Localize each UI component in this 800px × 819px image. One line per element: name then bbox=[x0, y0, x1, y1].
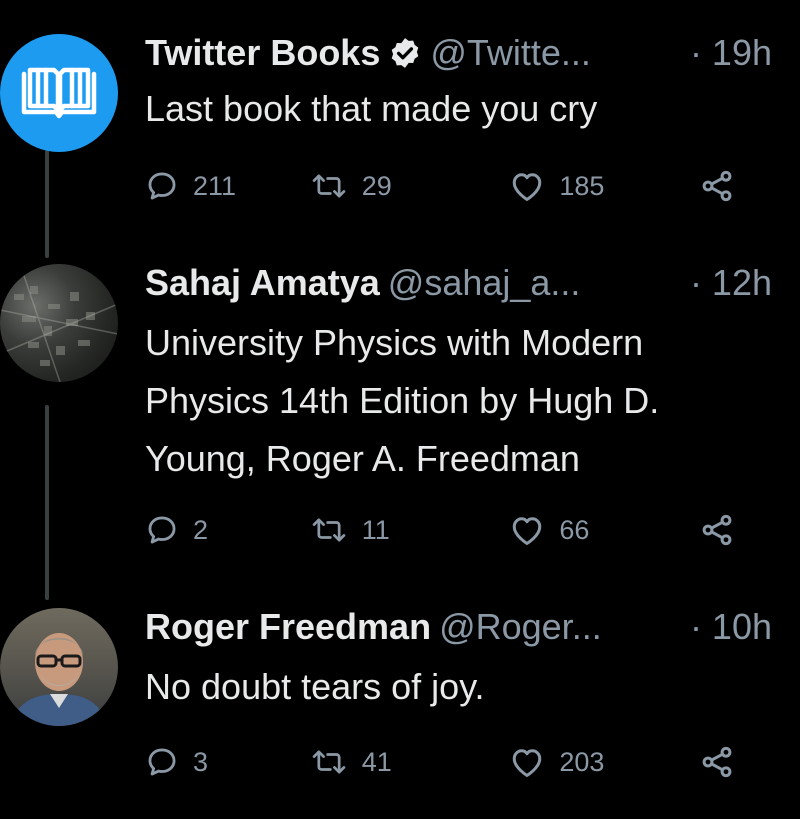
profile-photo bbox=[10, 633, 108, 726]
open-book-icon bbox=[21, 67, 97, 119]
retweet-icon bbox=[312, 174, 346, 198]
tweet-actions: 211 29 185 bbox=[145, 164, 735, 208]
author-name[interactable]: Sahaj Amatya bbox=[145, 262, 380, 304]
tweet-timestamp[interactable]: · 12h bbox=[690, 262, 772, 304]
retweet-count: 11 bbox=[361, 514, 390, 545]
share-button[interactable] bbox=[699, 168, 735, 204]
tweet-twitter-books[interactable]: Twitter Books @Twitte... · 19h Last book… bbox=[0, 28, 800, 218]
tweet-actions: 3 41 203 bbox=[145, 740, 735, 784]
avatar-sahaj-amatya[interactable] bbox=[0, 264, 118, 382]
tweet-roger-freedman[interactable]: Roger Freedman @Roger... · 10h No doubt … bbox=[0, 602, 800, 802]
retweet-button[interactable]: 41 bbox=[310, 745, 510, 779]
share-icon bbox=[702, 514, 732, 546]
tweet-text: University Physics with Modern Physics 1… bbox=[145, 322, 660, 479]
tweet-timestamp[interactable]: · 19h bbox=[690, 32, 772, 74]
reply-icon bbox=[148, 748, 176, 776]
heart-icon bbox=[513, 173, 542, 201]
like-button[interactable]: 203 bbox=[509, 745, 699, 779]
heart-icon bbox=[513, 749, 542, 777]
reply-count: 211 bbox=[193, 170, 237, 201]
reply-button[interactable]: 2 bbox=[145, 513, 295, 547]
tweet-text: Last book that made you cry bbox=[145, 88, 598, 129]
like-count: 203 bbox=[559, 746, 605, 777]
reply-count: 3 bbox=[193, 746, 209, 777]
reply-button[interactable]: 211 bbox=[145, 169, 295, 203]
share-button[interactable] bbox=[699, 512, 735, 548]
avatar-twitter-books[interactable] bbox=[0, 34, 118, 152]
retweet-button[interactable]: 29 bbox=[310, 169, 510, 203]
like-count: 185 bbox=[559, 170, 605, 201]
retweet-count: 29 bbox=[361, 170, 392, 201]
share-icon bbox=[702, 170, 732, 202]
author-name[interactable]: Twitter Books bbox=[145, 32, 380, 74]
retweet-button[interactable]: 11 bbox=[310, 513, 510, 547]
like-button[interactable]: 185 bbox=[509, 169, 699, 203]
author-handle[interactable]: @sahaj_a... bbox=[388, 262, 581, 304]
author-name[interactable]: Roger Freedman bbox=[145, 606, 431, 648]
retweet-icon bbox=[312, 518, 346, 542]
reply-icon bbox=[148, 516, 176, 544]
retweet-count: 41 bbox=[361, 746, 392, 777]
like-button[interactable]: 66 bbox=[509, 513, 699, 547]
tweet-actions: 2 11 66 bbox=[145, 508, 735, 552]
aerial-city-image bbox=[0, 264, 118, 382]
tweet-sahaj-amatya[interactable]: Sahaj Amatya @sahaj_a... · 12h Universit… bbox=[0, 258, 800, 568]
avatar-roger-freedman[interactable] bbox=[0, 608, 118, 726]
reply-button[interactable]: 3 bbox=[145, 745, 295, 779]
reply-count: 2 bbox=[193, 514, 209, 545]
heart-icon bbox=[513, 517, 542, 545]
author-handle[interactable]: @Twitte... bbox=[430, 32, 591, 74]
like-count: 66 bbox=[559, 514, 590, 545]
tweet-text: No doubt tears of joy. bbox=[145, 666, 485, 707]
share-button[interactable] bbox=[699, 744, 735, 780]
retweet-icon bbox=[312, 750, 346, 774]
reply-icon bbox=[148, 172, 176, 200]
tweet-timestamp[interactable]: · 10h bbox=[690, 606, 772, 648]
share-icon bbox=[702, 746, 732, 778]
verified-badge-icon bbox=[388, 36, 422, 70]
author-handle[interactable]: @Roger... bbox=[439, 606, 602, 648]
